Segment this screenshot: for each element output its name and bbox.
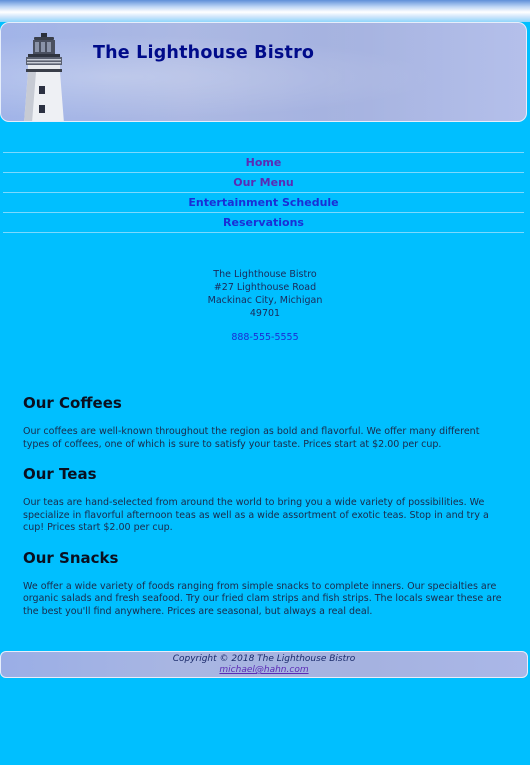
nav-link-entertainment-schedule[interactable]: Entertainment Schedule xyxy=(3,192,524,212)
nav-link-our-menu[interactable]: Our Menu xyxy=(3,172,524,192)
address-city: Mackinac City, Michigan xyxy=(207,295,323,306)
site-header: The Lighthouse Bistro xyxy=(0,22,527,122)
section-snacks: Our Snacks We offer a wide variety of fo… xyxy=(23,549,508,619)
contact-address: The Lighthouse Bistro #27 Lighthouse Roa… xyxy=(0,268,530,344)
section-heading: Our Coffees xyxy=(23,394,122,412)
site-title: The Lighthouse Bistro xyxy=(93,43,315,63)
header-background xyxy=(1,23,526,121)
address-street: #27 Lighthouse Road xyxy=(213,282,317,293)
section-text: Our coffees are well-known throughout th… xyxy=(23,426,480,450)
main-content: Our Coffees Our coffees are well-known t… xyxy=(23,394,508,632)
section-text: Our teas are hand-selected from around t… xyxy=(23,497,489,533)
section-heading: Our Snacks xyxy=(23,548,119,567)
email-link[interactable]: michael@hahn.com xyxy=(219,665,308,676)
section-text: We offer a wide variety of foods ranging… xyxy=(23,580,502,617)
address-name: The Lighthouse Bistro xyxy=(213,269,317,280)
section-coffees: Our Coffees Our coffees are well-known t… xyxy=(23,394,508,451)
address-zip: 49701 xyxy=(249,308,281,319)
nav-link-reservations[interactable]: Reservations xyxy=(3,212,524,232)
nav-link-home[interactable]: Home xyxy=(3,152,524,172)
copyright-text: Copyright © 2018 The Lighthouse Bistro xyxy=(172,654,356,664)
section-heading: Our Teas xyxy=(23,465,97,483)
section-teas: Our Teas Our teas are hand-selected from… xyxy=(23,465,508,535)
nav-divider xyxy=(3,232,524,233)
site-footer: Copyright © 2018 The Lighthouse Bistro m… xyxy=(0,651,528,678)
phone-number[interactable]: 888-555-5555 xyxy=(0,331,530,344)
lighthouse-icon xyxy=(24,33,64,121)
top-gradient-strip xyxy=(0,0,530,22)
main-nav: Home Our Menu Entertainment Schedule Res… xyxy=(3,152,524,233)
